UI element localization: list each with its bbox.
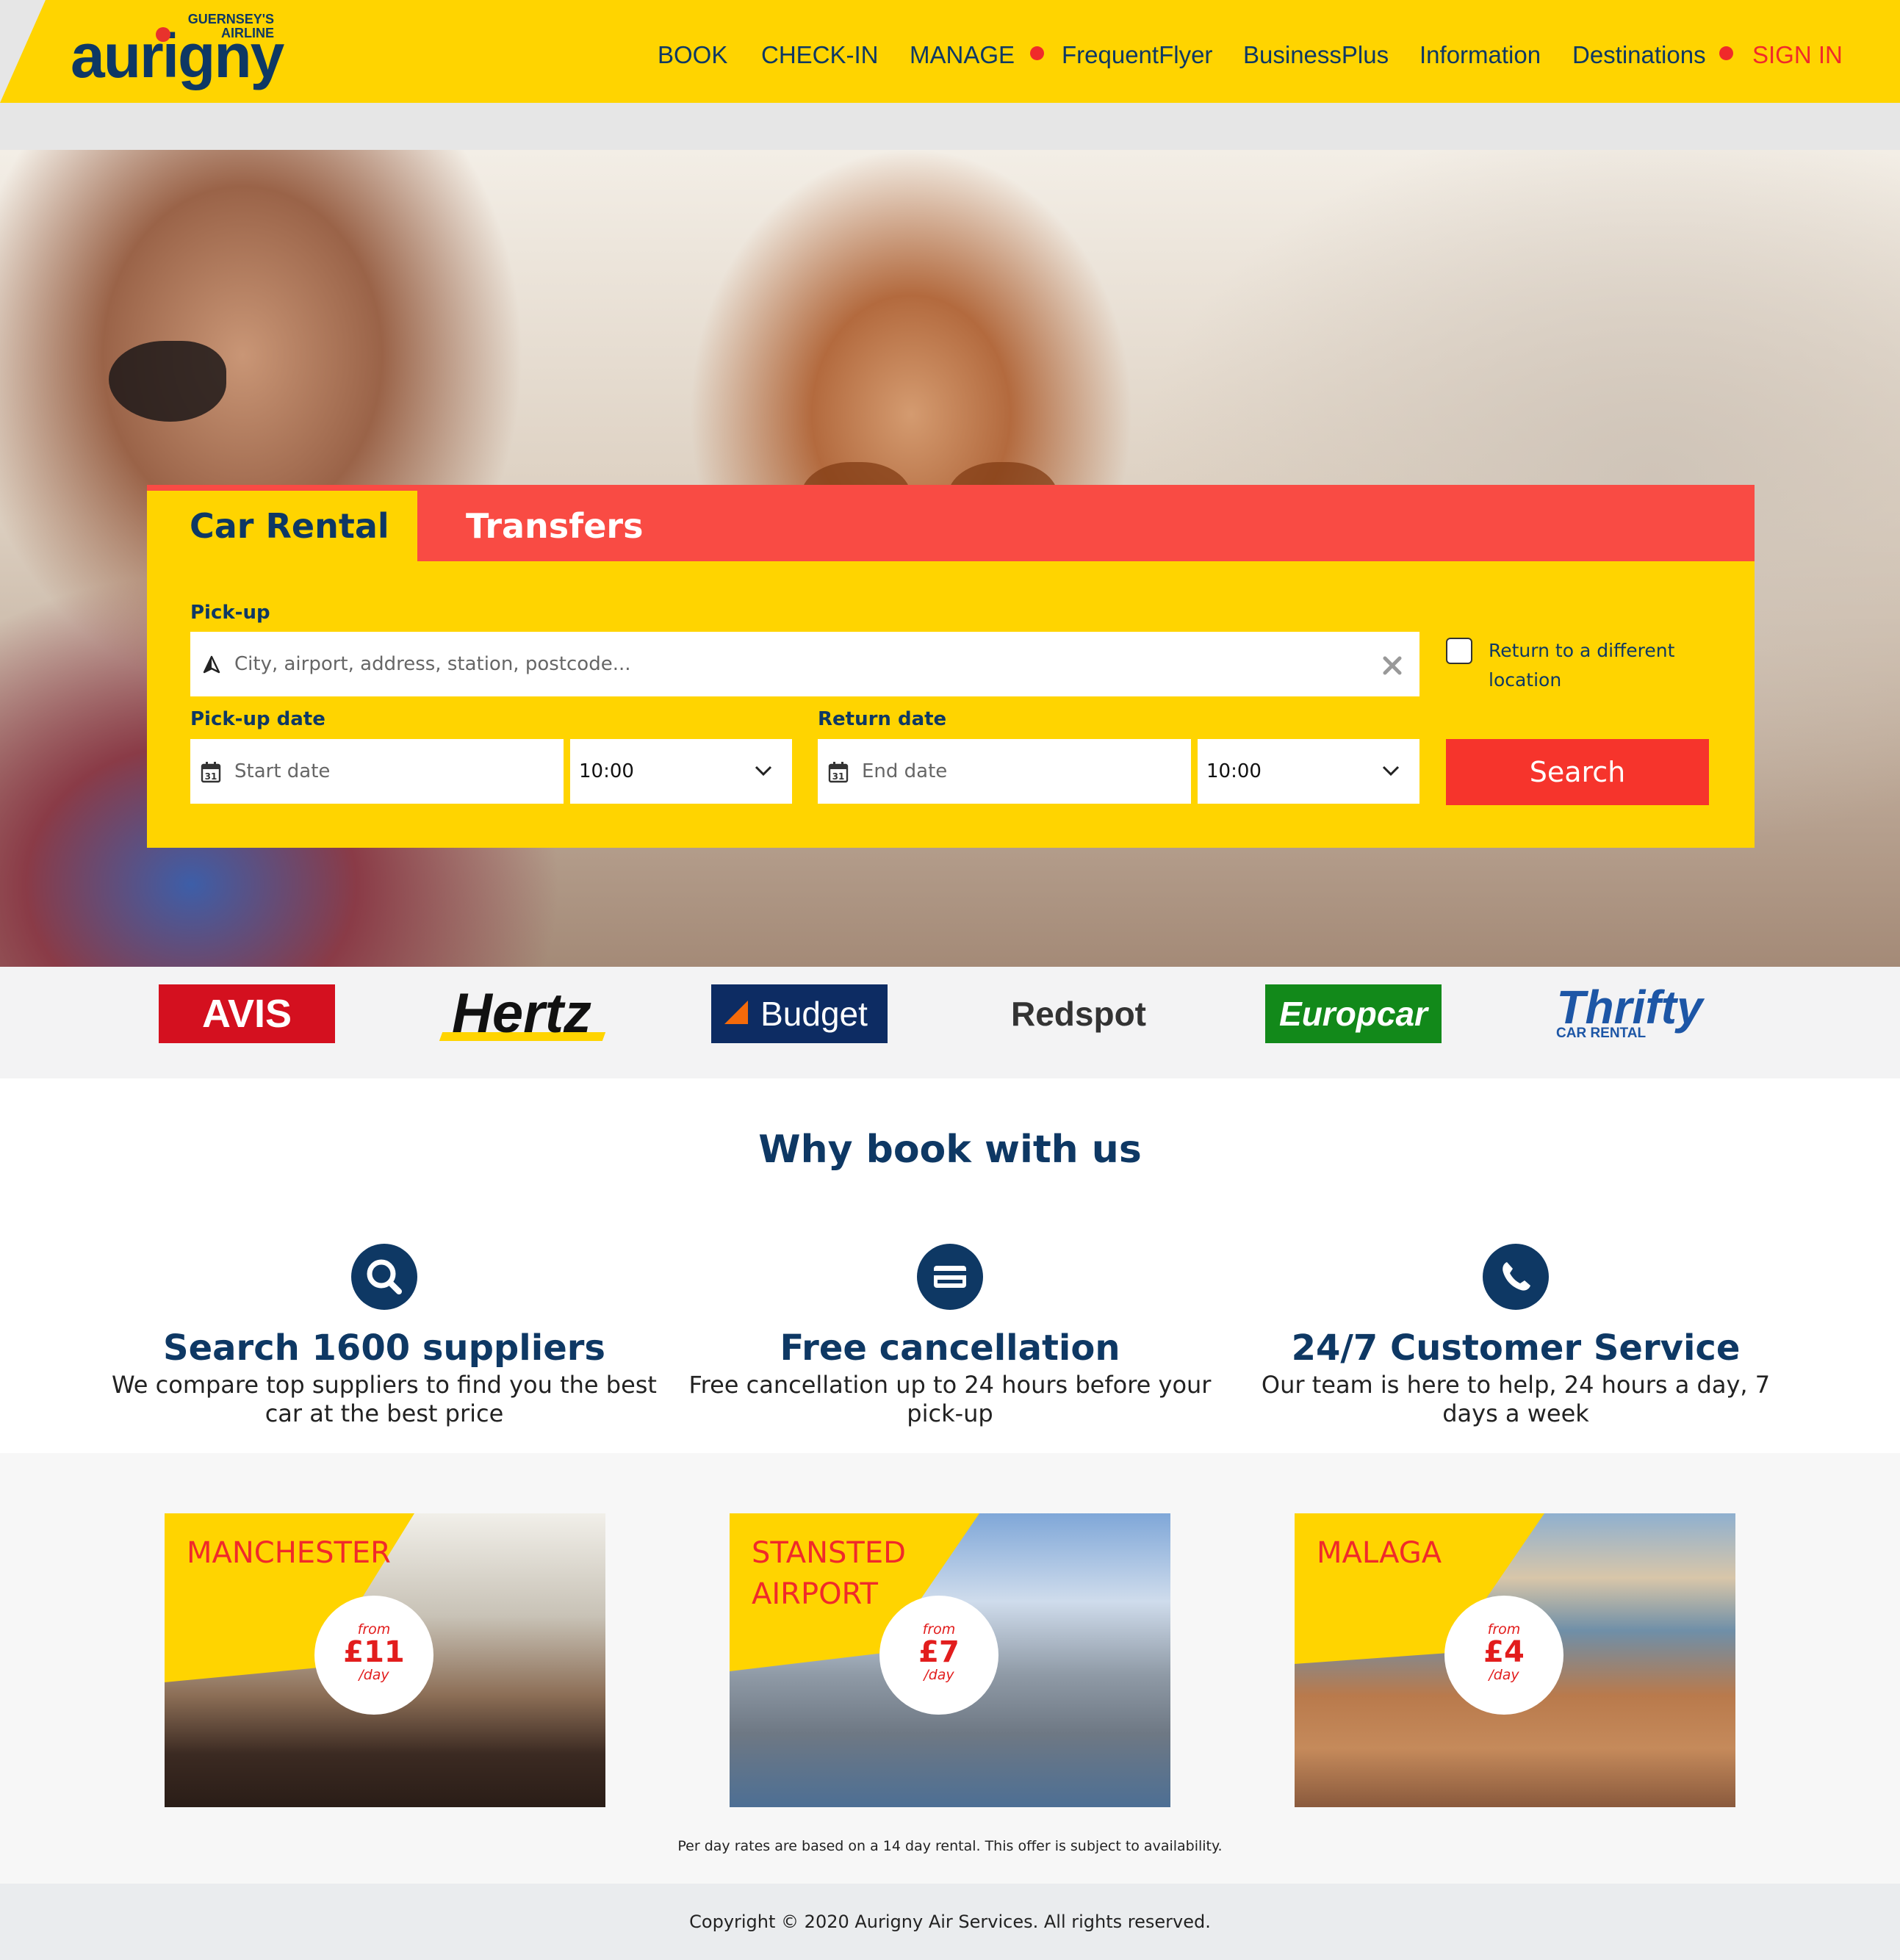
feature-title: Free cancellation	[780, 1327, 1120, 1369]
nav-separator-dot	[1030, 46, 1044, 60]
calendar-icon: 31	[828, 762, 849, 783]
calendar-day: 31	[205, 771, 217, 782]
return-time-value: 10:00	[1206, 760, 1262, 782]
destination-card-manchester[interactable]: MANCHESTER from £11 /day	[165, 1513, 605, 1807]
copyright-text: Copyright © 2020 Aurigny Air Services. A…	[689, 1912, 1211, 1932]
search-button[interactable]: Search	[1446, 739, 1709, 805]
nav-information[interactable]: Information	[1419, 37, 1541, 73]
header-notch	[0, 0, 46, 103]
calendar-day: 31	[832, 771, 845, 782]
price-from: from	[1487, 1621, 1521, 1637]
tab-transfers[interactable]: Transfers	[466, 505, 643, 547]
return-different-label[interactable]: Return to a different location	[1489, 636, 1709, 695]
destination-card-stansted[interactable]: STANSTED AIRPORT from £7 /day	[730, 1513, 1170, 1807]
aurigny-logo[interactable]: aurigny	[71, 19, 284, 93]
hero-photo-detail	[109, 341, 226, 422]
destination-name: MANCHESTER	[187, 1536, 391, 1570]
pickup-label: Pick-up	[190, 602, 270, 624]
pickup-placeholder: City, airport, address, station, postcod…	[234, 653, 631, 675]
price-badge: from £11 /day	[314, 1596, 433, 1715]
return-date-placeholder: End date	[862, 760, 948, 782]
nav-manage[interactable]: MANAGE	[910, 37, 1015, 73]
nav-businessplus[interactable]: BusinessPlus	[1243, 37, 1389, 73]
price-value: £4	[1483, 1635, 1525, 1669]
price-badge: from £4 /day	[1444, 1596, 1563, 1715]
chevron-down-icon	[755, 765, 772, 777]
price-per-day: /day	[1489, 1667, 1519, 1683]
calendar-icon: 31	[201, 762, 221, 783]
destination-name: MALAGA	[1317, 1536, 1442, 1570]
price-per-day: /day	[359, 1667, 389, 1683]
nav-checkin[interactable]: CHECK-IN	[761, 37, 879, 73]
price-from: from	[357, 1621, 391, 1637]
phone-icon	[1483, 1244, 1549, 1310]
return-date-input[interactable]: 31 End date	[818, 739, 1191, 804]
nav-separator-dot	[1719, 46, 1733, 60]
destination-card-malaga[interactable]: MALAGA from £4 /day	[1295, 1513, 1735, 1807]
clear-icon[interactable]	[1382, 655, 1403, 676]
nav-book[interactable]: BOOK	[658, 37, 727, 73]
logo-dot	[156, 27, 170, 42]
location-arrow-icon	[203, 655, 220, 674]
pickup-time-select[interactable]: 10:00	[570, 739, 792, 804]
return-different-checkbox[interactable]	[1446, 638, 1472, 664]
price-value: £11	[343, 1635, 405, 1669]
thrifty-logo-subtitle: CAR RENTAL	[1556, 1026, 1647, 1041]
feature-title: 24/7 Customer Service	[1291, 1327, 1741, 1369]
nav-destinations[interactable]: Destinations	[1572, 37, 1706, 73]
price-value: £7	[918, 1635, 960, 1669]
pickup-date-input[interactable]: 31 Start date	[190, 739, 564, 804]
europcar-logo: Europcar	[1265, 984, 1442, 1043]
pickup-date-placeholder: Start date	[234, 760, 331, 782]
price-badge: from £7 /day	[879, 1596, 998, 1715]
pickup-date-label: Pick-up date	[190, 708, 325, 730]
avis-logo: AVIS	[159, 984, 335, 1043]
pickup-location-input[interactable]: City, airport, address, station, postcod…	[190, 632, 1419, 696]
return-date-label: Return date	[818, 708, 947, 730]
rates-disclaimer: Per day rates are based on a 14 day rent…	[677, 1838, 1223, 1854]
hertz-logo: Hertz	[451, 982, 592, 1045]
price-per-day: /day	[924, 1667, 954, 1683]
feature-text: Our team is here to help, 24 hours a day…	[1261, 1371, 1771, 1427]
nav-sign-in[interactable]: SIGN IN	[1752, 37, 1843, 73]
why-book-title: Why book with us	[758, 1128, 1142, 1172]
pickup-time-value: 10:00	[579, 760, 634, 782]
feature-text: Free cancellation up to 24 hours before …	[688, 1371, 1212, 1427]
tab-car-rental-label[interactable]: Car Rental	[190, 505, 389, 547]
header-subbar	[0, 103, 1900, 150]
feature-text: We compare top suppliers to find you the…	[112, 1371, 657, 1427]
credit-card-icon	[917, 1244, 983, 1310]
nav-frequentflyer[interactable]: FrequentFlyer	[1062, 37, 1212, 73]
redspot-logo: Redspot	[1011, 995, 1146, 1033]
return-time-select[interactable]: 10:00	[1198, 739, 1419, 804]
search-icon	[351, 1244, 417, 1310]
price-from: from	[922, 1621, 956, 1637]
chevron-down-icon	[1382, 765, 1400, 777]
feature-title: Search 1600 suppliers	[163, 1327, 605, 1369]
